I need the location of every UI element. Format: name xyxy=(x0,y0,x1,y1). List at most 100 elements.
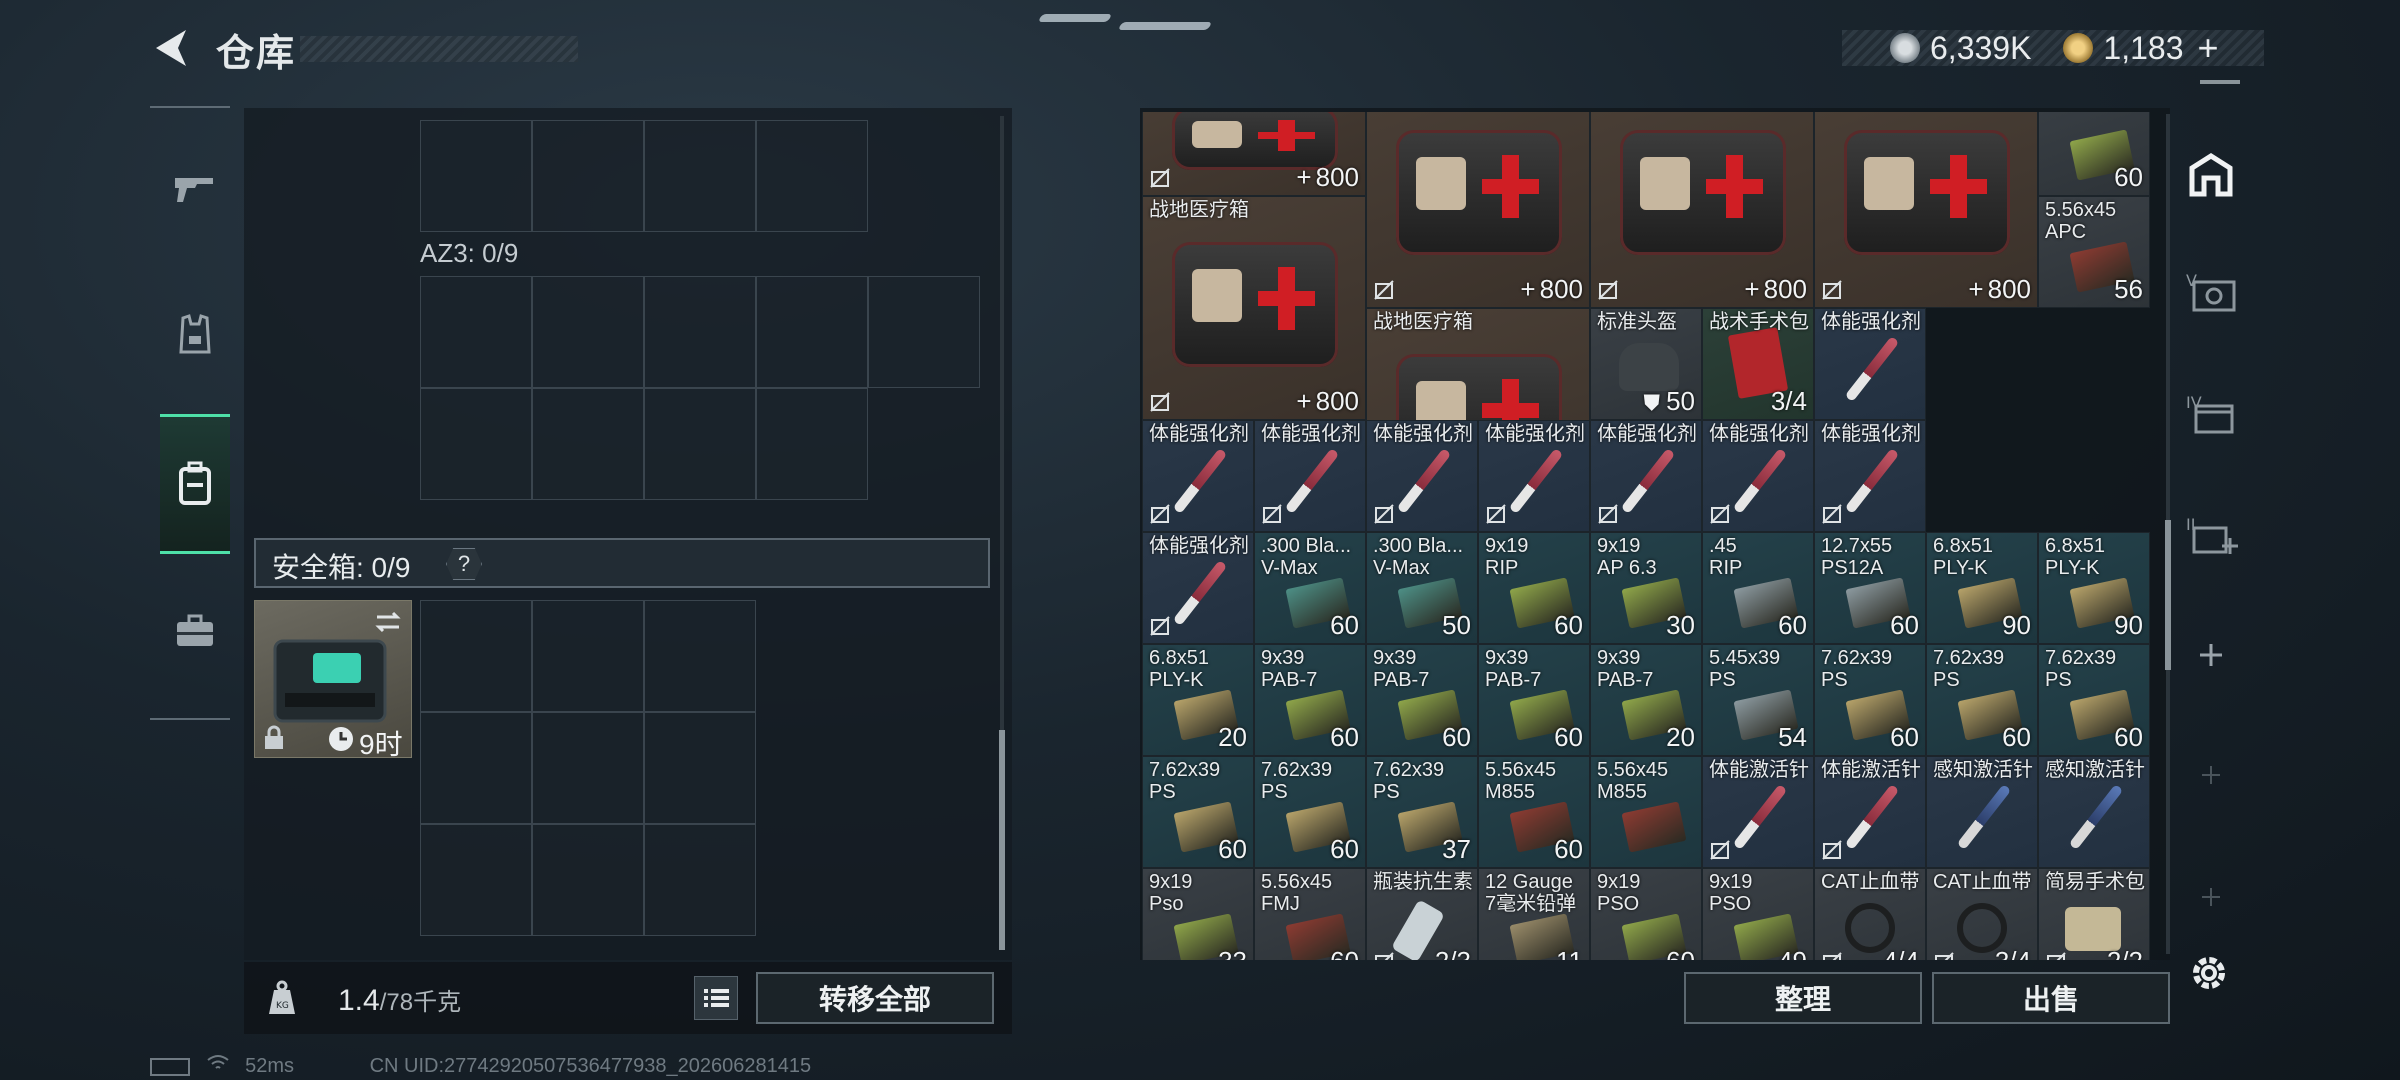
stash-item[interactable]: .300 Bla... V-Max 60 xyxy=(1254,532,1366,644)
stash-item[interactable]: 6.8x51 PLY-K 20 xyxy=(1142,644,1254,756)
item-name: 9x19 RIP xyxy=(1485,535,1529,579)
grid-slot[interactable] xyxy=(756,388,868,500)
tab-weapons[interactable] xyxy=(160,144,230,234)
stash-scrollbar-thumb[interactable] xyxy=(2165,520,2171,670)
stash-item[interactable]: 体能激活针 xyxy=(1702,756,1814,868)
stash-item[interactable]: 9x39 PAB-7 60 xyxy=(1254,644,1366,756)
stash-item[interactable]: 7.62x39 PS 60 xyxy=(1142,756,1254,868)
stash-item[interactable]: 5.56x45 M855 xyxy=(1590,756,1702,868)
add-page-icon-faded[interactable] xyxy=(2200,886,2222,908)
stash-item[interactable]: 瓶装抗生素 2/3 xyxy=(1366,868,1478,960)
grid-slot[interactable] xyxy=(532,712,644,824)
stash-item[interactable]: 9x39 PAB-7 60 xyxy=(1366,644,1478,756)
safe-box-item[interactable]: 9时 xyxy=(254,600,412,760)
grid-slot[interactable] xyxy=(756,276,868,388)
transfer-all-button[interactable]: 转移全部 xyxy=(756,972,994,1024)
stash-item[interactable]: +800 xyxy=(1142,112,1366,196)
back-icon[interactable] xyxy=(148,26,194,70)
grid-slot[interactable] xyxy=(532,120,644,232)
stash-item[interactable]: 战术手术包 3/4 xyxy=(1702,308,1814,420)
sort-button[interactable]: 整理 xyxy=(1684,972,1922,1024)
stash-add-page-icon[interactable]: II xyxy=(2186,514,2238,558)
stash-item[interactable]: 12 Gauge 7毫米铅弹 11 xyxy=(1478,868,1590,960)
sell-button[interactable]: 出售 xyxy=(1932,972,2170,1024)
grid-slot[interactable] xyxy=(532,600,644,712)
stash-item[interactable]: 感知激活针 xyxy=(1926,756,2038,868)
stash-item[interactable]: 60 xyxy=(2038,112,2150,196)
stash-item[interactable]: 9x19 AP 6.3 30 xyxy=(1590,532,1702,644)
stash-item[interactable]: 5.45x39 PS 54 xyxy=(1702,644,1814,756)
grid-slot[interactable] xyxy=(420,824,532,936)
stash-item[interactable]: 战地医疗箱 +800 xyxy=(1142,196,1366,420)
grid-slot[interactable] xyxy=(420,388,532,500)
item-count-value: 60 xyxy=(1890,610,1919,640)
stash-item[interactable]: .45 RIP 60 xyxy=(1702,532,1814,644)
stash-item[interactable]: 体能强化剂 xyxy=(1590,420,1702,532)
stash-item[interactable]: .300 Bla... V-Max 50 xyxy=(1366,532,1478,644)
stash-item[interactable]: 体能强化剂 xyxy=(1142,532,1254,644)
stash-item[interactable]: 5.56x45 M855 60 xyxy=(1478,756,1590,868)
grid-slot[interactable] xyxy=(868,276,980,388)
stash-home-icon[interactable] xyxy=(2186,150,2236,200)
stash-item[interactable]: 体能强化剂 xyxy=(1702,420,1814,532)
stash-item[interactable]: 简易手术包 2/2 xyxy=(2038,868,2150,960)
stash-item[interactable]: CAT止血带 4/4 xyxy=(1814,868,1926,960)
stash-item[interactable]: 体能强化剂 xyxy=(1142,420,1254,532)
grid-slot[interactable] xyxy=(644,824,756,936)
stash-item[interactable]: 6.8x51 PLY-K 90 xyxy=(1926,532,2038,644)
stash-item[interactable]: +800 xyxy=(1814,112,2038,308)
stash-page-5-icon[interactable]: V xyxy=(2186,270,2238,314)
left-scrollbar-thumb[interactable] xyxy=(999,730,1005,950)
stash-item[interactable]: 9x19 RIP 60 xyxy=(1478,532,1590,644)
stash-item[interactable]: 9x19 PSO 49 xyxy=(1702,868,1814,960)
tab-backpack[interactable] xyxy=(160,414,230,554)
add-currency-button[interactable]: + xyxy=(2198,27,2219,69)
grid-slot[interactable] xyxy=(420,600,532,712)
grid-slot[interactable] xyxy=(532,824,644,936)
stash-item[interactable]: 标准头盔 ⛊ 50 xyxy=(1590,308,1702,420)
grid-slot[interactable] xyxy=(420,276,532,388)
stash-item[interactable]: 9x19 PSO 60 xyxy=(1590,868,1702,960)
stash-item[interactable]: 感知激活针 xyxy=(2038,756,2150,868)
stash-item[interactable]: 体能强化剂 xyxy=(1814,308,1926,420)
stash-item[interactable]: 6.8x51 PLY-K 90 xyxy=(2038,532,2150,644)
tab-gear[interactable] xyxy=(160,290,230,380)
stash-item[interactable]: CAT止血带 3/4 xyxy=(1926,868,2038,960)
stash-item[interactable]: 7.62x39 PS 60 xyxy=(1814,644,1926,756)
list-view-button[interactable] xyxy=(694,976,738,1020)
stash-item[interactable]: 体能强化剂 xyxy=(1366,420,1478,532)
grid-slot[interactable] xyxy=(532,276,644,388)
stash-item[interactable]: +800 xyxy=(1366,112,1590,308)
stash-page-4-icon[interactable]: IV xyxy=(2186,392,2238,436)
grid-slot[interactable] xyxy=(644,600,756,712)
stash-item[interactable]: 5.56x45 APC 56 xyxy=(2038,196,2150,308)
grid-slot[interactable] xyxy=(644,276,756,388)
stash-item[interactable]: +800 xyxy=(1590,112,1814,308)
grid-slot[interactable] xyxy=(420,120,532,232)
grid-slot[interactable] xyxy=(420,712,532,824)
stash-item[interactable]: 12.7x55 PS12A 60 xyxy=(1814,532,1926,644)
stash-item[interactable]: 7.62x39 PS 60 xyxy=(2038,644,2150,756)
stash-item[interactable]: 5.56x45 FMJ 60 xyxy=(1254,868,1366,960)
stash-item[interactable]: 体能强化剂 xyxy=(1254,420,1366,532)
stash-item[interactable]: 9x19 Pso 33 xyxy=(1142,868,1254,960)
settings-gear-icon[interactable] xyxy=(2188,952,2230,994)
stash-item[interactable]: 7.62x39 PS 60 xyxy=(1254,756,1366,868)
add-page-icon-faded[interactable] xyxy=(2200,764,2222,786)
grid-slot[interactable] xyxy=(644,120,756,232)
swap-icon[interactable] xyxy=(373,609,403,635)
grid-slot[interactable] xyxy=(644,712,756,824)
stash-item[interactable]: 体能强化剂 xyxy=(1814,420,1926,532)
stash-item[interactable]: 7.62x39 PS 37 xyxy=(1366,756,1478,868)
add-page-icon[interactable] xyxy=(2196,640,2226,670)
grid-slot[interactable] xyxy=(532,388,644,500)
stash-item[interactable]: 9x39 PAB-7 60 xyxy=(1478,644,1590,756)
stash-item[interactable]: 7.62x39 PS 60 xyxy=(1926,644,2038,756)
stash-item[interactable]: 体能强化剂 xyxy=(1478,420,1590,532)
tab-case[interactable] xyxy=(160,586,230,676)
stash-item[interactable]: 9x39 PAB-7 20 xyxy=(1590,644,1702,756)
grid-slot[interactable] xyxy=(756,120,868,232)
safe-help-button[interactable]: ? xyxy=(446,548,482,580)
grid-slot[interactable] xyxy=(644,388,756,500)
stash-item[interactable]: 体能激活针 xyxy=(1814,756,1926,868)
